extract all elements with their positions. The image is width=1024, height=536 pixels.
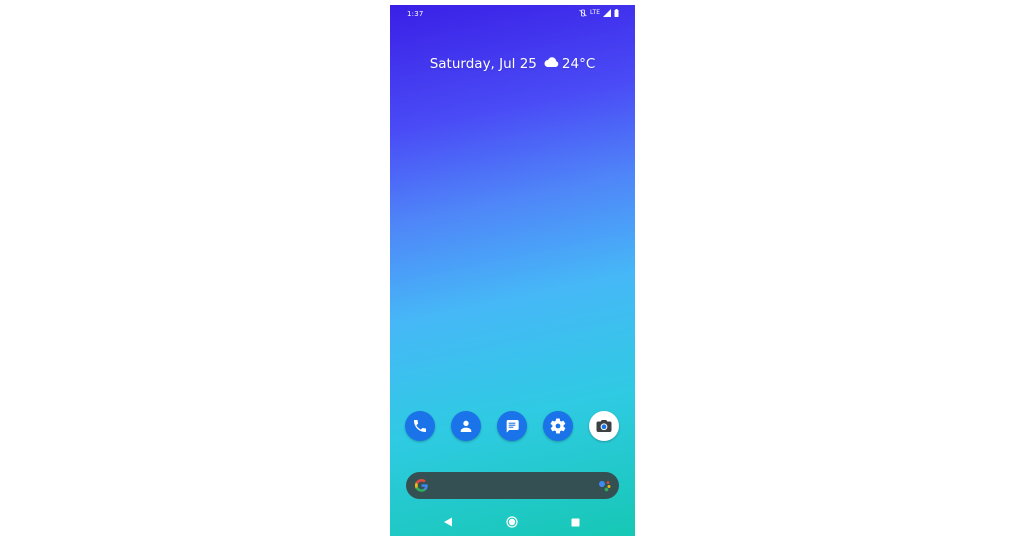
lte-icon: LTE	[590, 9, 600, 16]
assistant-icon[interactable]	[598, 478, 612, 497]
recents-button[interactable]	[568, 515, 582, 529]
home-icon	[506, 516, 518, 528]
date-label[interactable]: Saturday, Jul 25	[430, 56, 537, 72]
battery-icon	[614, 9, 619, 17]
google-g-icon[interactable]	[414, 478, 429, 497]
phone-app-icon[interactable]	[405, 411, 435, 441]
recents-icon	[571, 518, 579, 526]
vibrate-off-icon	[579, 9, 587, 17]
camera-app-icon[interactable]	[589, 411, 619, 441]
screen: 1:37 LTE Saturday, Jul 25 24°C	[0, 0, 1024, 536]
settings-app-icon[interactable]	[543, 411, 573, 441]
home-button[interactable]	[505, 515, 519, 529]
back-button[interactable]	[441, 515, 455, 529]
google-search-bar[interactable]	[406, 472, 619, 499]
temperature-label[interactable]: 24°C	[562, 56, 595, 72]
phone-icon	[414, 420, 426, 432]
home-screen: 1:37 LTE Saturday, Jul 25 24°C	[390, 5, 635, 536]
status-bar: 1:37 LTE	[390, 5, 635, 23]
contacts-app-icon[interactable]	[451, 411, 481, 441]
back-icon	[444, 517, 452, 527]
contacts-icon	[460, 420, 472, 432]
at-a-glance-widget[interactable]: Saturday, Jul 25 24°C	[390, 56, 635, 72]
messages-icon	[506, 420, 519, 433]
status-icons: LTE	[579, 9, 619, 17]
app-dock	[405, 411, 620, 441]
camera-icon	[596, 420, 612, 432]
navigation-bar	[390, 509, 635, 536]
messages-app-icon[interactable]	[497, 411, 527, 441]
settings-icon	[550, 418, 566, 434]
signal-icon	[603, 9, 611, 17]
cloud-icon	[543, 56, 559, 72]
status-time: 1:37	[407, 10, 424, 18]
